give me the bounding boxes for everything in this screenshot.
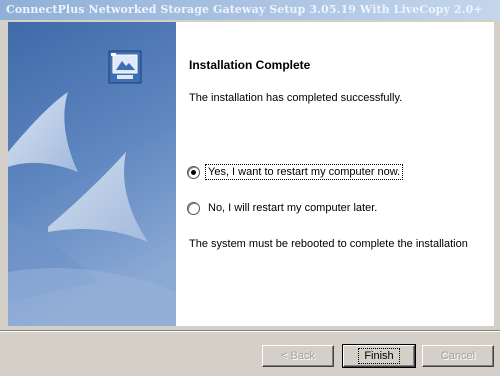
restart-later-radio[interactable] [187, 201, 200, 215]
setup-computer-icon [108, 50, 142, 84]
page-description: The installation has completed successfu… [189, 92, 403, 104]
restart-later-option[interactable]: No, I will restart my computer later. [187, 200, 379, 216]
finish-button[interactable]: Finish [342, 344, 416, 368]
finish-button-label: Finish [358, 348, 400, 364]
restart-now-label[interactable]: Yes, I want to restart my computer now. [204, 164, 404, 180]
restart-later-label[interactable]: No, I will restart my computer later. [206, 201, 379, 215]
restart-now-radio[interactable] [187, 165, 200, 179]
page-title: Installation Complete [189, 58, 311, 72]
cancel-button[interactable]: Cancel [422, 345, 494, 367]
window-title: ConnectPlus Networked Storage Gateway Se… [6, 3, 483, 16]
wizard-side-banner [8, 22, 176, 326]
reboot-note: The system must be rebooted to complete … [189, 238, 468, 250]
setup-wizard-window: ConnectPlus Networked Storage Gateway Se… [0, 0, 500, 376]
back-button[interactable]: < Back [262, 345, 334, 367]
sails-banner-image [8, 22, 176, 326]
cancel-button-label: Cancel [440, 350, 476, 362]
footer-divider [0, 330, 500, 332]
title-bar[interactable]: ConnectPlus Networked Storage Gateway Se… [0, 0, 500, 20]
restart-now-option[interactable]: Yes, I want to restart my computer now. [187, 164, 404, 180]
back-button-label: < Back [281, 350, 315, 362]
